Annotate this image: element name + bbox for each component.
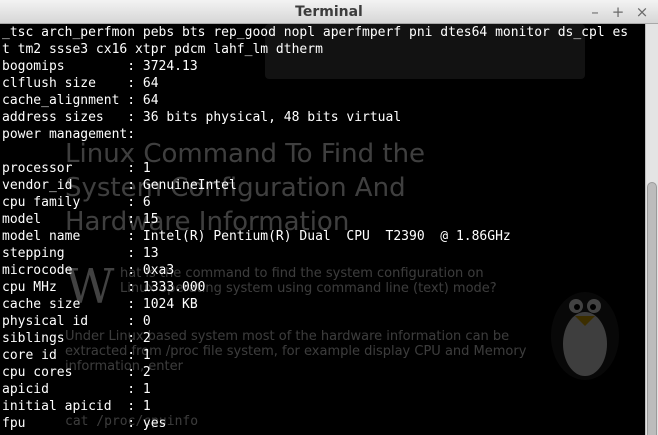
terminal-line: cpu MHz : 1333.000 [2,280,206,295]
terminal-line: stepping : 13 [2,246,159,261]
maximize-button[interactable]: + [609,3,627,21]
scrollbar-thumb[interactable] [647,182,657,435]
terminal-line: initial apicid : 1 [2,399,151,414]
terminal-line: cache size : 1024 KB [2,297,198,312]
terminal-line: processor : 1 [2,161,151,176]
terminal-line: clflush size : 64 [2,76,159,91]
terminal-line: address sizes : 36 bits physical, 48 bit… [2,110,402,125]
terminal-line: t tm2 ssse3 cx16 xtpr pdcm lahf_lm dther… [2,42,323,57]
terminal-line: vendor_id : GenuineIntel [2,178,237,193]
terminal-line: _tsc arch_perfmon pebs bts rep_good nopl… [2,25,629,40]
terminal-line: model : 15 [2,212,159,227]
terminal-line: apicid : 1 [2,382,151,397]
window-title: Terminal [295,4,363,20]
terminal-line: power management: [2,127,136,142]
terminal-line: cache_alignment : 64 [2,93,159,108]
terminal-line: microcode : 0xa3 [2,263,175,278]
terminal-output[interactable]: Linux Command To Find the System Configu… [0,24,645,435]
vertical-scrollbar[interactable] [645,24,658,435]
minimize-button[interactable]: – [586,3,604,21]
terminal-window: Terminal – + × Linux Command To Find the… [0,0,658,435]
terminal-line: cpu family : 6 [2,195,151,210]
terminal-line: model name : Intel(R) Pentium(R) Dual CP… [2,229,511,244]
terminal-line: fpu : yes [2,416,167,431]
title-bar[interactable]: Terminal – + × [0,0,658,24]
terminal-line: physical id : 0 [2,314,151,329]
close-button[interactable]: × [633,3,651,21]
terminal-line: siblings : 2 [2,331,151,346]
terminal-lines: _tsc arch_perfmon pebs bts rep_good nopl… [2,24,645,432]
terminal-line: cpu cores : 2 [2,365,151,380]
terminal-line: bogomips : 3724.13 [2,59,198,74]
terminal-line: core id : 1 [2,348,151,363]
